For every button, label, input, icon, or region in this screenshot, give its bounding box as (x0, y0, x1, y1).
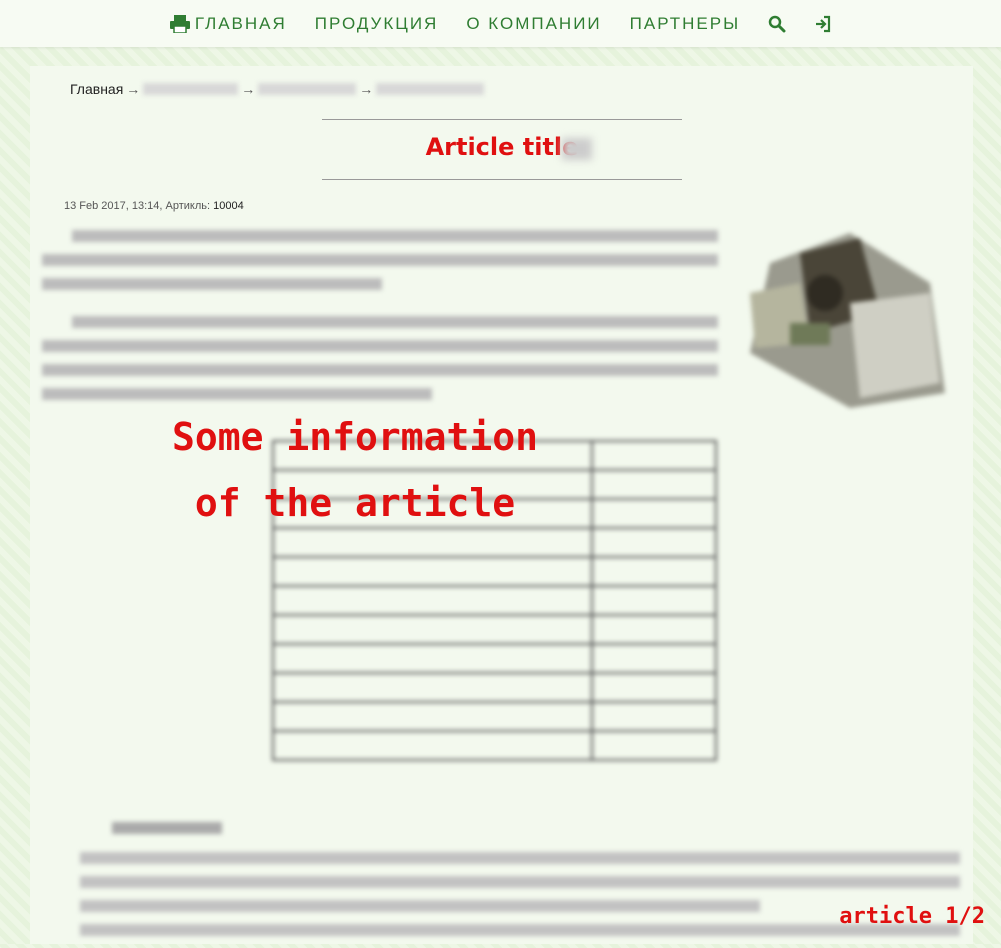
article-meta: 13 Feb 2017, 13:14, Артикль: 10004 (64, 200, 244, 212)
table-row (272, 643, 717, 674)
table-row (272, 672, 717, 703)
login-icon (816, 15, 831, 32)
breadcrumb-home[interactable]: Главная (70, 81, 123, 97)
table-row (272, 730, 717, 761)
product-image (750, 233, 945, 408)
breadcrumb-category-blurred[interactable] (143, 83, 239, 95)
sku-label: Артикль: (165, 200, 211, 212)
article-date: 13 Feb 2017, 13:14, (64, 200, 163, 212)
table-row (272, 701, 717, 732)
table-row (272, 556, 717, 587)
table-row (272, 614, 717, 645)
breadcrumb-separator: → (359, 81, 374, 97)
article-info-overlay: Some information of the article (171, 415, 539, 525)
article-paragraph-1-blurred (42, 224, 718, 302)
breadcrumb-separator: → (241, 81, 256, 97)
page-indicator: article 1/2 (839, 904, 985, 929)
title-bottom-rule (322, 179, 682, 180)
article-paragraph-2-blurred (42, 310, 718, 412)
printer-icon (169, 14, 190, 33)
nav-item-label: ПРОДУКЦИЯ (314, 13, 439, 33)
top-navigation: ГЛАВНАЯ ПРОДУКЦИЯ О КОМПАНИИ ПАРТНЕРЫ (0, 0, 1001, 47)
sku-value: 10004 (213, 200, 244, 212)
nav-item-label: ГЛАВНАЯ (194, 13, 287, 33)
breadcrumb-current-blurred (376, 83, 485, 95)
features-list-blurred (80, 846, 960, 948)
search-icon (768, 15, 786, 32)
nav-item-partners[interactable]: ПАРТНЕРЫ (630, 14, 741, 34)
breadcrumb-subcategory-blurred[interactable] (258, 83, 357, 95)
search-button[interactable] (768, 15, 786, 33)
article-title-blurred-suffix (562, 138, 592, 160)
breadcrumb-separator: → (126, 81, 141, 97)
nav-item-home[interactable]: ГЛАВНАЯ (169, 14, 287, 34)
nav-item-label: ПАРТНЕРЫ (629, 13, 741, 33)
login-button[interactable] (814, 15, 832, 33)
features-heading-blurred (112, 822, 222, 834)
nav-item-about[interactable]: О КОМПАНИИ (466, 14, 601, 34)
nav-item-products[interactable]: ПРОДУКЦИЯ (315, 14, 439, 34)
article-title: Article title (425, 133, 579, 161)
title-top-rule (322, 119, 682, 120)
table-row (272, 585, 717, 616)
breadcrumb: Главная → → → (70, 81, 485, 97)
nav-item-label: О КОМПАНИИ (466, 13, 602, 33)
article-card: Главная → → → Article title 13 Feb 2017,… (30, 66, 973, 944)
